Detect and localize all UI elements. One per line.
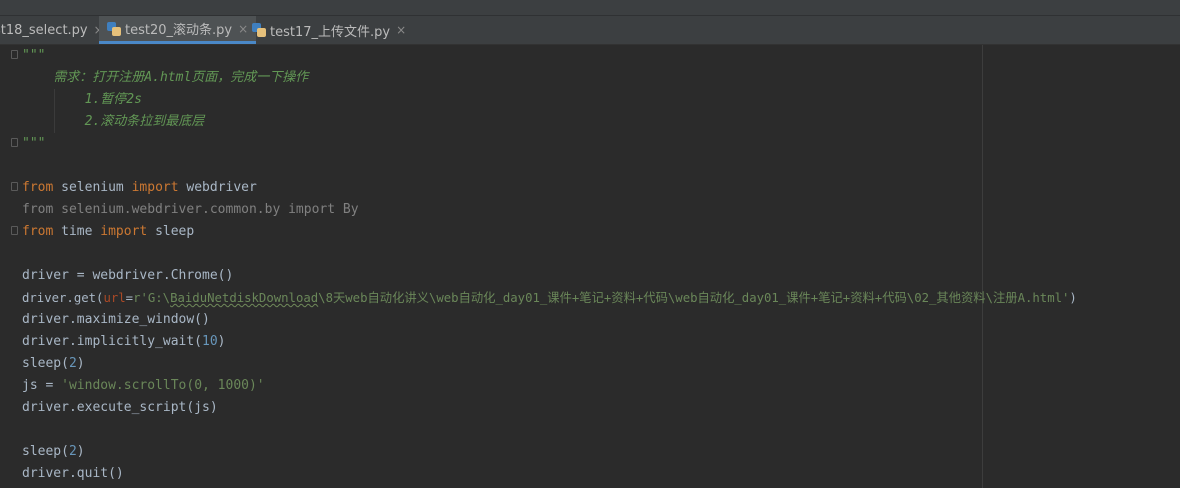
import-name: sleep [147, 224, 195, 239]
fold-marker-icon[interactable] [11, 226, 18, 235]
close-icon[interactable]: × [396, 23, 406, 37]
close-paren: ) [76, 444, 85, 459]
tab-test20-scrollbar[interactable]: test20_滚动条.py × [99, 16, 257, 44]
string-prefix: r'G:\ [133, 291, 171, 305]
close-paren: ) [1069, 291, 1077, 305]
close-paren: ) [76, 356, 85, 371]
call: driver.implicitly_wait( [22, 334, 203, 349]
tab-test17-upload[interactable]: test17_上传文件.py × [244, 16, 414, 44]
fold-marker-icon[interactable] [11, 50, 18, 59]
close-paren: ) [217, 334, 226, 349]
code-line-15: sleep(2) [22, 353, 85, 375]
code-line-16: js = 'window.scrollTo(0, 1000)' [22, 375, 265, 397]
number: 2 [68, 356, 77, 371]
module-name: selenium [53, 180, 132, 195]
number: 10 [202, 334, 218, 349]
fold-marker-icon[interactable] [11, 182, 18, 191]
call: driver.get( [22, 291, 104, 305]
code-line-11: driver = webdriver.Chrome() [22, 268, 234, 283]
code-line-9: from time import sleep [22, 221, 194, 243]
code-line-12: driver.get(url=r'G:\BaiduNetdiskDownload… [22, 287, 1077, 309]
code-line-5: """ [22, 136, 46, 151]
python-file-icon [107, 21, 121, 36]
code-line-7: from selenium import webdriver [22, 177, 257, 199]
tab-label: test20_滚动条.py [125, 23, 233, 38]
code-line-13: driver.maximize_window() [22, 312, 210, 327]
code-line-3: 1.暂停2s [22, 92, 142, 107]
code-line-19: sleep(2) [22, 441, 85, 463]
code-line-1: """ [22, 48, 46, 63]
module-name: time [53, 224, 101, 239]
code-editor[interactable]: """ 需求：打开注册A.html页面，完成一下操作 1.暂停2s 2.滚动条拉… [0, 45, 1180, 488]
assignment: js = [22, 378, 62, 393]
code-line-14: driver.implicitly_wait(10) [22, 331, 226, 353]
code-line-2: 需求：打开注册A.html页面，完成一下操作 [22, 70, 309, 85]
param-name: url [103, 291, 126, 305]
keyword: import [131, 180, 179, 195]
fold-marker-icon[interactable] [11, 138, 18, 147]
right-margin-guide [982, 45, 983, 488]
call: sleep( [22, 356, 69, 371]
fold-gutter [0, 45, 22, 488]
tab-bar-top-strip [0, 0, 1180, 16]
code-line-8: from selenium.webdriver.common.by import… [22, 202, 359, 217]
keyword: import [100, 224, 148, 239]
tab-label: st18_select.py [0, 22, 88, 38]
code-line-17: driver.execute_script(js) [22, 400, 218, 415]
python-file-icon [252, 23, 266, 37]
import-name: webdriver [178, 180, 257, 195]
code-line-4: 2.滚动条拉到最底层 [22, 114, 205, 129]
keyword: from [22, 224, 54, 239]
tab-st18-select[interactable]: st18_select.py × [0, 16, 112, 44]
tab-label: test17_上传文件.py [270, 24, 391, 40]
code-line-20: driver.quit() [22, 466, 124, 481]
string-typo: BaiduNetdiskDownload [170, 291, 319, 305]
string-rest: \8天web自动化讲义\web自动化_day01_课件+笔记+资料+代码\web… [318, 291, 1070, 305]
call: sleep( [22, 444, 69, 459]
number: 2 [68, 444, 77, 459]
keyword: from [22, 180, 54, 195]
equals: = [125, 291, 134, 305]
string: 'window.scrollTo(0, 1000)' [61, 378, 265, 393]
editor-tab-bar: st18_select.py × test20_滚动条.py × test17_… [0, 0, 1180, 45]
